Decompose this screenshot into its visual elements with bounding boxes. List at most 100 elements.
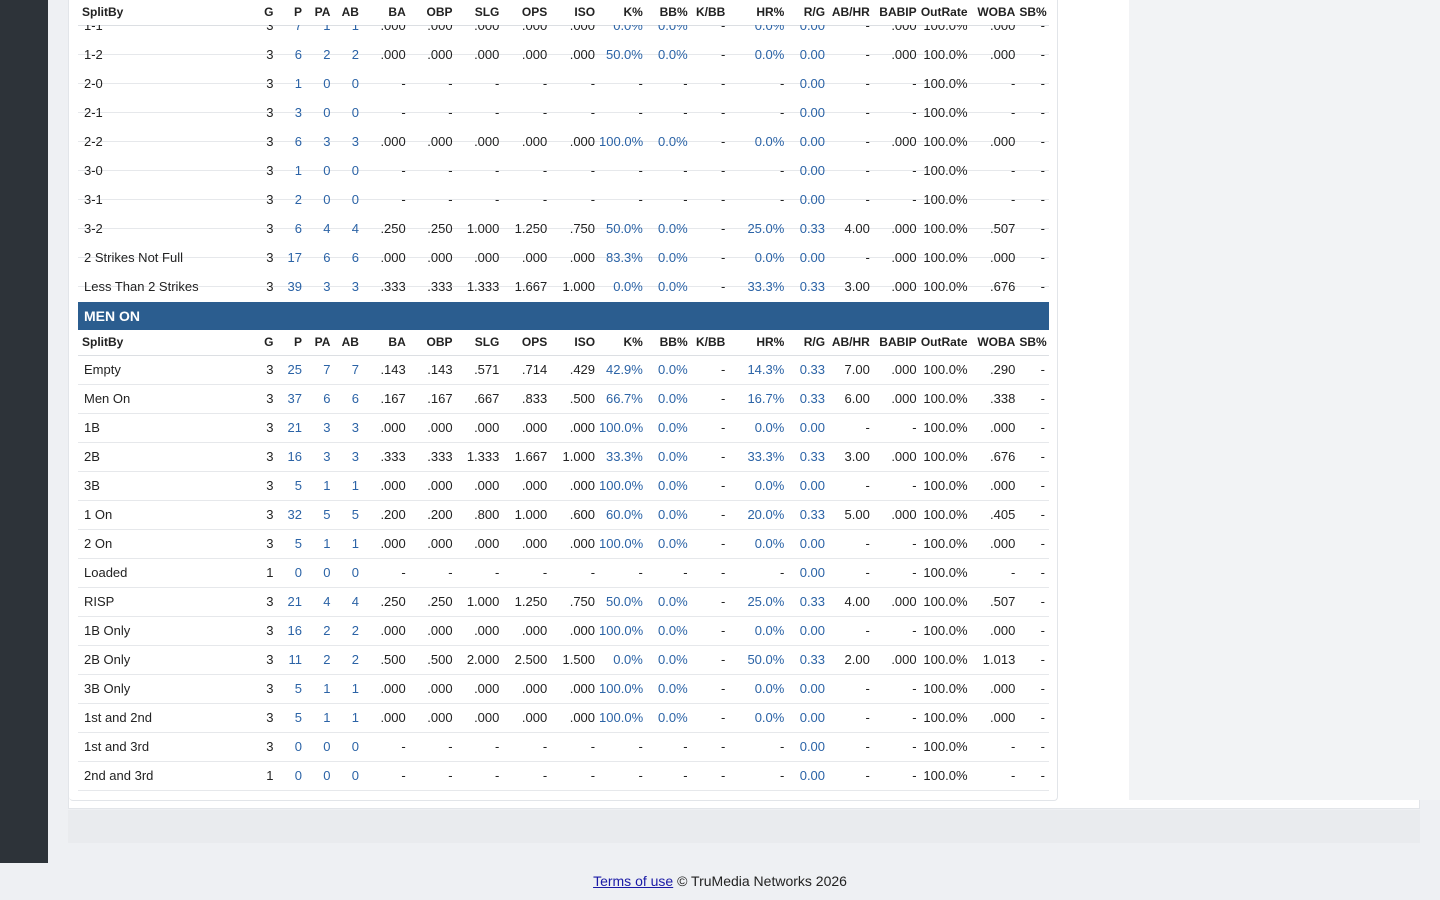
stat-link[interactable]: 0 [277, 761, 306, 791]
stat-link[interactable]: 0.0% [646, 272, 692, 302]
column-header[interactable]: SplitBy [78, 330, 262, 356]
stat-link[interactable]: 21 [277, 413, 306, 443]
column-header[interactable]: OutRate [920, 0, 972, 26]
stat-link[interactable]: 0.00 [788, 127, 830, 157]
stat-link[interactable]: 0 [277, 558, 306, 588]
column-header[interactable]: R/G [788, 0, 830, 26]
stat-link[interactable]: 25.0% [729, 587, 789, 617]
stat-link[interactable]: 1 [334, 674, 363, 704]
stat-link[interactable]: 1 [334, 529, 363, 559]
stat-link[interactable]: 0.0% [729, 471, 789, 501]
stat-link[interactable]: 33.3% [729, 442, 789, 472]
stat-link[interactable]: 1 [334, 703, 363, 733]
stat-link[interactable]: 0 [305, 732, 335, 762]
stat-link[interactable]: 0.0% [646, 703, 692, 733]
column-header[interactable]: P [277, 330, 306, 356]
stat-link[interactable]: 5 [334, 500, 363, 530]
stat-link[interactable]: 5 [277, 471, 306, 501]
column-header[interactable]: OutRate [920, 330, 972, 356]
stat-link[interactable]: 1 [305, 703, 335, 733]
stat-link[interactable]: 0 [305, 98, 335, 128]
stat-link[interactable]: 6 [277, 127, 306, 157]
stat-link[interactable]: 50.0% [599, 587, 647, 617]
stat-link[interactable]: 1 [305, 529, 335, 559]
stat-link[interactable]: 0.0% [646, 214, 692, 244]
column-header[interactable]: BB% [646, 330, 692, 356]
stat-link[interactable]: 100.0% [599, 471, 647, 501]
column-header[interactable]: SB% [1019, 330, 1049, 356]
column-header[interactable]: R/G [788, 330, 830, 356]
column-header[interactable]: WOBA [971, 0, 1020, 26]
stat-link[interactable]: 0.0% [646, 645, 692, 675]
column-header[interactable]: AB [334, 330, 363, 356]
stat-link[interactable]: 0.33 [788, 500, 830, 530]
stat-link[interactable]: 2 [334, 616, 363, 646]
stat-link[interactable]: 0.0% [646, 355, 692, 385]
stat-link[interactable]: 50.0% [599, 214, 647, 244]
stat-link[interactable]: 16 [277, 442, 306, 472]
stat-link[interactable]: 1 [305, 471, 335, 501]
stat-link[interactable]: 3 [277, 98, 306, 128]
stat-link[interactable]: 0.33 [788, 645, 830, 675]
stat-link[interactable]: 0.33 [788, 214, 830, 244]
stat-link[interactable]: 0.33 [788, 442, 830, 472]
stat-link[interactable]: 60.0% [599, 500, 647, 530]
stat-link[interactable]: 6 [277, 40, 306, 70]
column-header[interactable]: BA [362, 330, 410, 356]
stat-link[interactable]: 0.00 [788, 40, 830, 70]
column-header[interactable]: BABIP [873, 330, 921, 356]
column-header[interactable]: OPS [503, 0, 552, 26]
stat-link[interactable]: 66.7% [599, 384, 647, 414]
column-header[interactable]: BABIP [873, 0, 921, 26]
column-header[interactable]: BB% [646, 0, 692, 26]
column-header[interactable]: HR% [729, 330, 789, 356]
stat-link[interactable]: 0.0% [646, 442, 692, 472]
stat-link[interactable]: 4 [305, 587, 335, 617]
stat-link[interactable]: 100.0% [599, 127, 647, 157]
stat-link[interactable]: 0.33 [788, 384, 830, 414]
stat-link[interactable]: 1 [305, 674, 335, 704]
stat-link[interactable]: 25 [277, 355, 306, 385]
stat-link[interactable]: 0.00 [788, 98, 830, 128]
stat-link[interactable]: 17 [277, 243, 306, 273]
stat-link[interactable]: 16 [277, 616, 306, 646]
stat-link[interactable]: 6 [334, 243, 363, 273]
column-header[interactable]: ISO [551, 0, 600, 26]
stat-link[interactable]: 0.0% [646, 127, 692, 157]
stat-link[interactable]: 0.0% [729, 243, 789, 273]
stat-link[interactable]: 0.00 [788, 674, 830, 704]
stat-link[interactable]: 21 [277, 587, 306, 617]
stat-link[interactable]: 0 [305, 761, 335, 791]
column-header[interactable]: WOBA [971, 330, 1020, 356]
stat-link[interactable]: 6 [277, 214, 306, 244]
stat-link[interactable]: 0.0% [646, 587, 692, 617]
stat-link[interactable]: 33.3% [599, 442, 647, 472]
stat-link[interactable]: 0.00 [788, 558, 830, 588]
stat-link[interactable]: 100.0% [599, 413, 647, 443]
stat-link[interactable]: 0.00 [788, 732, 830, 762]
stat-link[interactable]: 3 [305, 442, 335, 472]
column-header[interactable]: SLG [456, 0, 504, 26]
stat-link[interactable]: 0.0% [599, 272, 647, 302]
column-header[interactable]: BA [362, 0, 410, 26]
stat-link[interactable]: 16.7% [729, 384, 789, 414]
stat-link[interactable]: 3 [334, 127, 363, 157]
stat-link[interactable]: 3 [334, 272, 363, 302]
column-header[interactable]: SplitBy [78, 0, 262, 26]
stat-link[interactable]: 0.00 [788, 243, 830, 273]
stat-link[interactable]: 83.3% [599, 243, 647, 273]
stat-link[interactable]: 0.00 [788, 471, 830, 501]
stat-link[interactable]: 3 [305, 272, 335, 302]
stat-link[interactable]: 0.0% [646, 674, 692, 704]
stat-link[interactable]: 100.0% [599, 674, 647, 704]
stat-link[interactable]: 32 [277, 500, 306, 530]
stat-link[interactable]: 0.00 [788, 616, 830, 646]
stat-link[interactable]: 1 [277, 156, 306, 186]
stat-link[interactable]: 1 [334, 471, 363, 501]
column-header[interactable]: ISO [551, 330, 600, 356]
stat-link[interactable]: 2 [277, 185, 306, 215]
stat-link[interactable]: 0.00 [788, 413, 830, 443]
stat-link[interactable]: 0 [305, 558, 335, 588]
stat-link[interactable]: 100.0% [599, 703, 647, 733]
column-header[interactable]: AB/HR [829, 0, 874, 26]
